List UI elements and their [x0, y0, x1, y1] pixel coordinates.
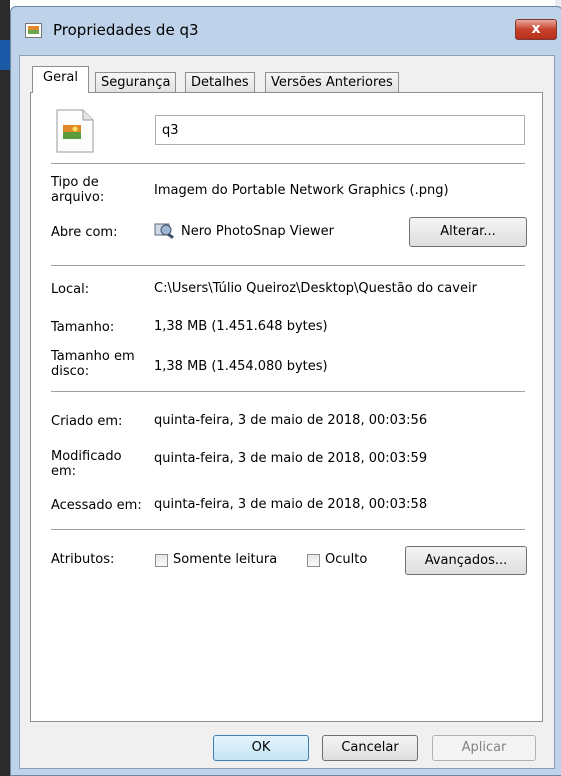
- created-label: Criado em:: [51, 414, 123, 429]
- file-type-label: Tipo de arquivo:: [51, 175, 105, 205]
- separator: [51, 529, 525, 530]
- ok-button[interactable]: OK: [213, 735, 309, 761]
- separator: [51, 163, 525, 164]
- attributes-label: Atributos:: [51, 552, 115, 567]
- tab-general[interactable]: Geral: [32, 66, 89, 93]
- close-button[interactable]: x: [515, 19, 557, 40]
- hidden-label[interactable]: Oculto: [325, 552, 367, 567]
- created-value: quinta-feira, 3 de maio de 2018, 00:03:5…: [154, 413, 428, 428]
- location-label: Local:: [51, 282, 90, 297]
- file-name-input[interactable]: [155, 115, 525, 145]
- size-label: Tamanho:: [51, 320, 115, 335]
- accessed-label: Acessado em:: [51, 498, 142, 513]
- apply-button[interactable]: Aplicar: [432, 735, 536, 761]
- modified-value: quinta-feira, 3 de maio de 2018, 00:03:5…: [154, 451, 428, 466]
- window-title: Propriedades de q3: [53, 21, 199, 39]
- accessed-value: quinta-feira, 3 de maio de 2018, 00:03:5…: [154, 497, 428, 512]
- title-bar[interactable]: Propriedades de q3 x: [11, 7, 561, 55]
- tab-security[interactable]: Segurança: [95, 72, 177, 92]
- size-on-disk-label: Tamanho em disco:: [51, 349, 135, 379]
- image-file-icon: [25, 23, 42, 38]
- change-button[interactable]: Alterar...: [409, 217, 527, 247]
- png-file-icon: [56, 109, 94, 153]
- cancel-button[interactable]: Cancelar: [322, 735, 418, 761]
- read-only-checkbox[interactable]: [155, 554, 168, 567]
- tab-details[interactable]: Detalhes: [185, 72, 255, 92]
- background-desktop-edge: [0, 0, 10, 776]
- file-type-value: Imagem do Portable Network Graphics (.pn…: [154, 183, 449, 198]
- modified-label: Modificado em:: [51, 449, 122, 479]
- properties-dialog: Propriedades de q3 x Geral Segurança Det…: [10, 6, 561, 776]
- location-value: C:\Users\Túlio Queiroz\Desktop\Questão d…: [154, 281, 477, 296]
- separator: [51, 391, 525, 392]
- advanced-button[interactable]: Avançados...: [405, 546, 527, 575]
- size-on-disk-value: 1,38 MB (1.454.080 bytes): [154, 359, 328, 374]
- nero-viewer-icon: [154, 223, 174, 239]
- general-tab-panel: Tipo de arquivo: Imagem do Portable Netw…: [30, 92, 543, 722]
- size-value: 1,38 MB (1.451.648 bytes): [154, 319, 328, 334]
- tab-previous-versions[interactable]: Versões Anteriores: [265, 72, 399, 92]
- read-only-label[interactable]: Somente leitura: [173, 552, 277, 567]
- hidden-checkbox[interactable]: [307, 554, 320, 567]
- dialog-client-area: Geral Segurança Detalhes Versões Anterio…: [19, 55, 555, 769]
- opens-with-label: Abre com:: [51, 225, 118, 240]
- separator: [51, 265, 525, 266]
- opens-with-value: Nero PhotoSnap Viewer: [181, 224, 334, 239]
